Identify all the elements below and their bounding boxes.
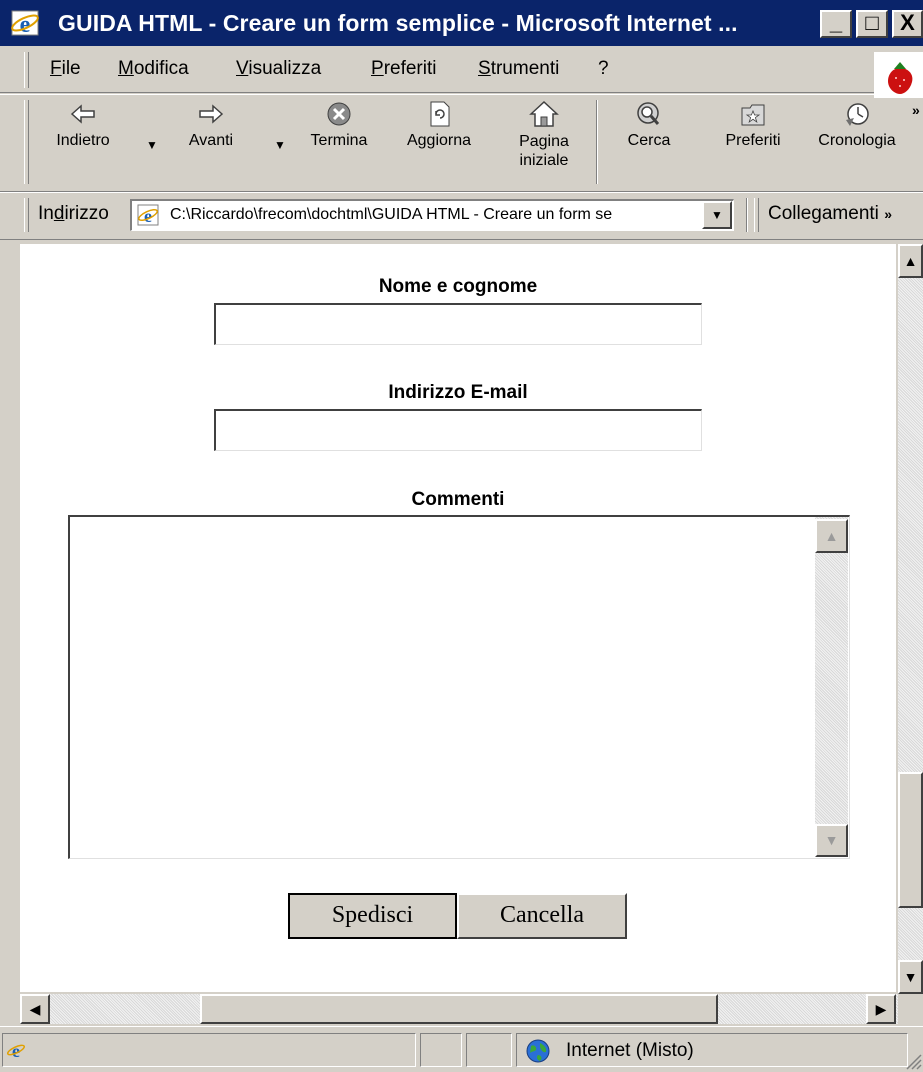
- menu-preferiti[interactable]: Preferiti: [371, 58, 436, 80]
- forward-label: Avanti: [188, 132, 234, 149]
- search-button[interactable]: Cerca: [614, 100, 684, 150]
- page-scroll-right-button[interactable]: ▶: [866, 994, 896, 1024]
- back-dropdown-arrow[interactable]: ▼: [146, 138, 158, 152]
- back-arrow-icon: [70, 104, 95, 124]
- menu-visualizza[interactable]: Visualizza: [236, 58, 321, 80]
- forward-dropdown-arrow[interactable]: ▼: [274, 138, 286, 152]
- minimize-button[interactable]: _: [820, 10, 852, 38]
- links-grip[interactable]: [754, 198, 759, 232]
- favorites-icon: [741, 104, 765, 126]
- status-zone-text: Internet (Misto): [566, 1040, 694, 1061]
- links-separator: [746, 198, 748, 232]
- comments-scroll-up-button[interactable]: ▲: [815, 519, 848, 553]
- forward-arrow-icon: [199, 104, 224, 124]
- home-button[interactable]: Pagina iniziale: [504, 100, 584, 170]
- history-label: Cronologia: [818, 132, 896, 149]
- resize-grip-icon[interactable]: [904, 1052, 922, 1070]
- name-input[interactable]: [214, 303, 702, 345]
- name-label: Nome e cognome: [378, 276, 538, 297]
- globe-icon: [526, 1039, 550, 1063]
- page-vertical-scroll-thumb[interactable]: [898, 772, 923, 908]
- window-title: GUIDA HTML - Creare un form semplice - M…: [58, 10, 738, 36]
- stop-label: Termina: [310, 132, 368, 149]
- toolbar-separator: [596, 100, 598, 184]
- email-label: Indirizzo E-mail: [388, 382, 528, 403]
- scrollbar-corner: [898, 994, 923, 1024]
- refresh-button[interactable]: Aggiorna: [396, 100, 482, 150]
- page-scroll-up-button[interactable]: ▲: [898, 244, 923, 278]
- page-status-icon: e: [6, 1041, 26, 1060]
- home-icon: [529, 100, 559, 127]
- address-grip[interactable]: [24, 198, 29, 232]
- submit-button[interactable]: Spedisci: [288, 893, 457, 939]
- maximize-button[interactable]: □: [856, 10, 888, 38]
- comments-label: Commenti: [411, 489, 505, 510]
- comments-scrollbar[interactable]: [815, 517, 848, 857]
- forward-button[interactable]: Avanti: [180, 100, 242, 150]
- comments-textarea[interactable]: [68, 515, 850, 859]
- reset-button[interactable]: Cancella: [457, 893, 627, 939]
- stop-button[interactable]: Termina: [302, 100, 376, 150]
- page-scroll-down-button[interactable]: ▼: [898, 960, 923, 994]
- status-message-pane: [2, 1033, 416, 1067]
- svg-text:e: e: [144, 206, 152, 226]
- menu-modifica[interactable]: Modifica: [118, 58, 189, 80]
- history-button[interactable]: Cronologia: [812, 100, 902, 150]
- links-chevron-icon: »: [884, 206, 892, 222]
- toolbar-grip[interactable]: [24, 100, 29, 184]
- search-label: Cerca: [627, 132, 671, 149]
- ie-logo-icon: e: [11, 10, 39, 38]
- svg-text:e: e: [12, 1041, 20, 1060]
- back-label: Indietro: [56, 132, 110, 149]
- favorites-label: Preferiti: [725, 132, 781, 149]
- menu-file[interactable]: File: [50, 58, 81, 80]
- refresh-icon: [430, 101, 450, 127]
- email-input[interactable]: [214, 409, 702, 451]
- page-icon: e: [137, 204, 159, 226]
- back-button[interactable]: Indietro: [52, 100, 114, 150]
- home-label: Pagina iniziale: [519, 133, 569, 169]
- comments-scroll-down-button[interactable]: ▼: [815, 824, 848, 857]
- history-icon: [846, 103, 869, 126]
- menu-strumenti[interactable]: Strumenti: [478, 58, 559, 80]
- toolbar-chevron-icon[interactable]: »: [912, 102, 920, 118]
- page-horizontal-scroll-thumb[interactable]: [200, 994, 718, 1024]
- address-label: Indirizzo: [38, 203, 109, 224]
- windows-logo: [874, 52, 923, 98]
- address-dropdown-button[interactable]: ▼: [702, 201, 732, 229]
- close-button[interactable]: X: [892, 10, 923, 38]
- favorites-button[interactable]: Preferiti: [712, 100, 794, 150]
- page-scroll-left-button[interactable]: ◀: [20, 994, 50, 1024]
- stop-icon: [327, 102, 351, 126]
- status-pane-progress: [420, 1033, 462, 1067]
- links-label[interactable]: Collegamenti »: [768, 203, 892, 225]
- address-value[interactable]: C:\Riccardo\frecom\dochtml\GUIDA HTML - …: [170, 206, 700, 224]
- strawberry-logo-icon: [888, 62, 913, 94]
- menu-help[interactable]: ?: [598, 58, 609, 80]
- refresh-label: Aggiorna: [406, 132, 472, 149]
- menu-grip[interactable]: [24, 52, 29, 88]
- status-pane-security: [466, 1033, 512, 1067]
- search-icon: [637, 102, 660, 125]
